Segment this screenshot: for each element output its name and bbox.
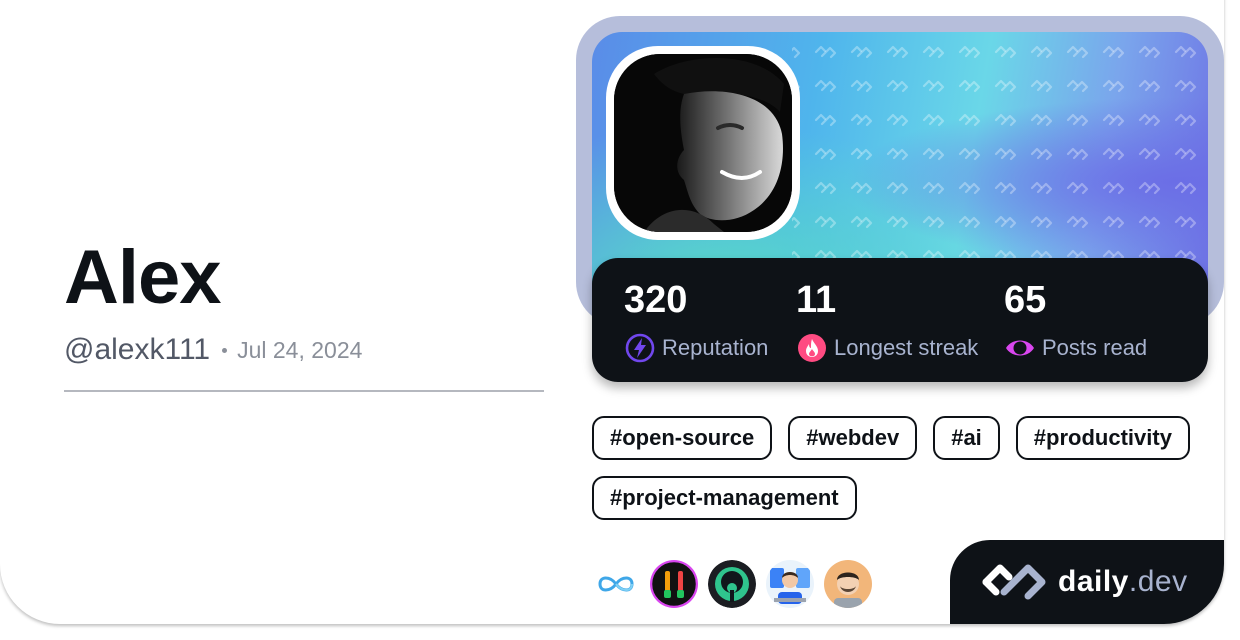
joined-date: Jul 24, 2024 — [237, 336, 363, 363]
tag-project-management[interactable]: #project-management — [592, 476, 857, 520]
divider — [64, 390, 544, 392]
daily-dev-brand[interactable]: daily.dev — [950, 540, 1224, 624]
tag-ai[interactable]: #ai — [933, 416, 1000, 460]
stat-reputation: 320 Reputation — [624, 274, 768, 364]
streak-label: Longest streak — [834, 335, 979, 360]
stats-panel: 320 Reputation 11 Longest streak 65 Post… — [592, 258, 1208, 382]
reputation-value: 320 — [624, 279, 688, 321]
daily-dev-logo-icon — [982, 564, 1046, 600]
avatar — [614, 54, 792, 232]
squad-person-icon[interactable] — [824, 560, 872, 608]
squad-links-icon[interactable] — [592, 560, 640, 608]
flame-icon — [798, 334, 826, 362]
profile-meta: @alexk111 Jul 24, 2024 — [64, 332, 362, 368]
brand-name-dev: .dev — [1128, 565, 1188, 598]
stat-posts-read: 65 Posts read — [1004, 274, 1147, 364]
squads-list — [592, 560, 872, 608]
brand-name: daily.dev — [1058, 565, 1188, 599]
posts-read-label: Posts read — [1042, 335, 1148, 360]
eye-icon — [1006, 340, 1034, 356]
lightning-icon — [625, 333, 655, 363]
squad-orb-icon[interactable] — [708, 560, 756, 608]
separator-dot — [222, 347, 228, 353]
tag-open-source[interactable]: #open-source — [592, 416, 773, 460]
squad-developer-icon[interactable] — [766, 560, 814, 608]
brand-name-daily: daily — [1058, 565, 1129, 598]
tags-list: #open-source #webdev #ai #productivity #… — [592, 416, 1212, 520]
reputation-label: Reputation — [662, 335, 769, 360]
profile-handle: @alexk111 — [64, 333, 211, 366]
profile-name: Alex — [64, 235, 222, 320]
squad-tools-icon[interactable] — [650, 560, 698, 608]
streak-value: 11 — [796, 279, 837, 321]
stat-longest-streak: 11 Longest streak — [796, 274, 978, 364]
tag-productivity[interactable]: #productivity — [1015, 416, 1190, 460]
posts-read-value: 65 — [1004, 279, 1047, 321]
avatar-photo — [614, 54, 792, 232]
tag-webdev[interactable]: #webdev — [788, 416, 918, 460]
